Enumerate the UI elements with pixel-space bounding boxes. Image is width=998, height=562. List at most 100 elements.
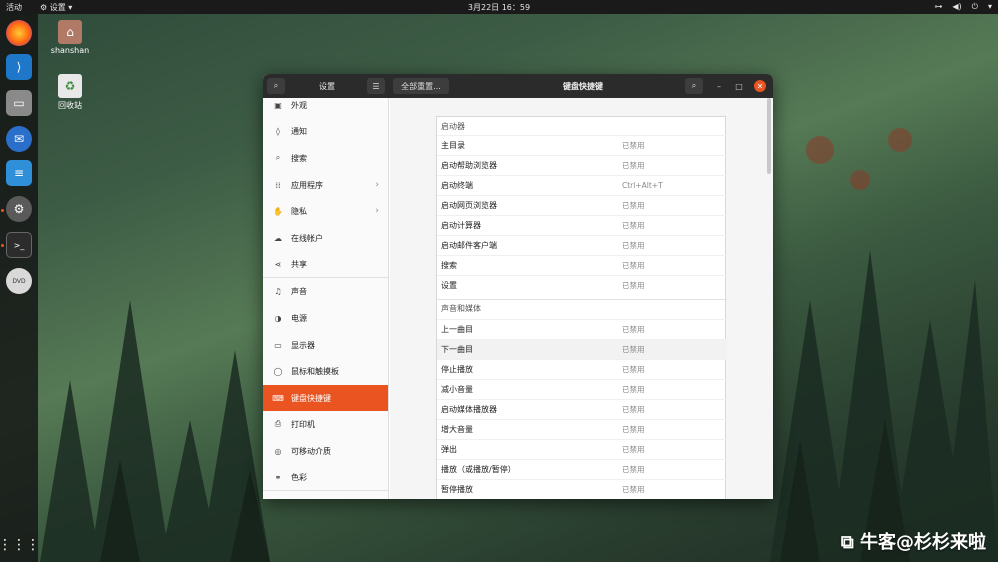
sidebar-item-power[interactable]: ◑ 电源 [263,305,388,331]
running-indicator [1,209,4,212]
apps-grid-icon: ⁞⁞ [275,180,281,190]
shortcut-row[interactable]: 搜索 已禁用 [437,255,727,275]
files-icon[interactable]: ▭ [6,90,32,116]
dvd-icon[interactable]: DVD [6,268,32,294]
sidebar-item-label: 搜索 [291,153,307,163]
monitor-icon: ▭ [274,340,282,350]
shortcut-name: 弹出 [441,445,457,454]
watermark: ⧉ 牛客@杉杉来啦 [841,528,986,554]
sidebar: ▣ 外观 ◊ 通知 ⌕ 搜索 ⁞⁞ 应用程序 › ✋ 隐私 › ☁ 在线帐户 ⋖ 共享 ♫ 声音 ◑… [263,98,389,499]
sidebar-item-notifications[interactable]: ◊ 通知 [263,118,388,144]
menu-button[interactable]: ☰ [367,78,385,94]
sidebar-item-label: 打印机 [291,419,315,429]
search-icon: ⌕ [275,153,281,162]
shortcut-key: 已禁用 [622,161,645,170]
scrollbar[interactable] [767,98,771,174]
shortcut-row[interactable]: 启动媒体播放器 已禁用 [437,399,727,419]
shortcut-key: 已禁用 [622,325,645,334]
network-icon: ⊶ [934,2,943,11]
reset-all-button[interactable]: 全部重置... [393,78,449,94]
shortcut-row[interactable]: 启动计算器 已禁用 [437,215,727,235]
shortcut-key: 已禁用 [622,261,645,270]
shortcut-name: 搜索 [441,261,457,270]
shortcut-name: 停止播放 [441,365,473,374]
shortcut-name: 上一曲目 [441,325,473,334]
shortcut-row[interactable]: 下一曲目 已禁用 [437,339,727,359]
minimize-button[interactable]: – [713,80,725,92]
power-icon: ⏻ [971,2,978,11]
sidebar-item-sound[interactable]: ♫ 声音 [263,278,388,304]
shortcut-key: 已禁用 [622,365,645,374]
shortcut-row[interactable]: 增大音量 已禁用 [437,419,727,439]
shortcut-key: 已禁用 [622,445,645,454]
shortcut-row[interactable]: 启动邮件客户端 已禁用 [437,235,727,255]
chevron-down-icon: ▾ [987,2,992,11]
volume-icon: ◀) [952,2,962,11]
shortcut-row[interactable]: 弹出 已禁用 [437,439,727,459]
desktop-home-folder[interactable]: ⌂ shanshan [44,20,96,55]
show-apps-icon[interactable]: ⋮⋮⋮ [0,532,40,558]
shortcut-key: 已禁用 [622,385,645,394]
dock: ⟩ ▭ ✉ ≡ ⚙ >_ DVD ⋮⋮⋮ [0,14,40,562]
firefox-icon[interactable] [6,20,32,46]
writer-icon[interactable]: ≡ [6,160,32,186]
trash-icon: ♻ [58,74,82,98]
sidebar-item-color[interactable]: ⚭ 色彩 [263,464,388,490]
power-icon: ◑ [274,313,282,323]
system-tray[interactable]: ⊶ ◀) ⏻ ▾ [934,2,992,12]
sidebar-item-label: 键盘快捷键 [291,393,331,403]
shortcut-row[interactable]: 暂停播放 已禁用 [437,479,727,499]
sidebar-item-online-accounts[interactable]: ☁ 在线帐户 [263,225,388,251]
sidebar-item-applications[interactable]: ⁞⁞ 应用程序 › [263,172,388,198]
shortcut-row[interactable]: 启动帮助浏览器 已禁用 [437,155,727,175]
clock[interactable]: 3月22日 16：59 [468,3,530,12]
sidebar-item-sharing[interactable]: ⋖ 共享 [263,251,388,277]
shortcut-row[interactable]: 启动网页浏览器 已禁用 [437,195,727,215]
shortcut-name: 下一曲目 [441,345,473,354]
printer-icon: ⎙ [274,419,282,428]
terminal-icon[interactable]: >_ [6,232,32,258]
home-folder-label: shanshan [50,46,90,55]
shortcut-row[interactable]: 减小音量 已禁用 [437,379,727,399]
shortcut-key: 已禁用 [622,241,645,250]
shortcut-row[interactable]: 设置 已禁用 [437,275,727,295]
maximize-button[interactable]: □ [733,80,745,92]
sidebar-item-removable-media[interactable]: ◎ 可移动介质 [263,438,388,464]
gear-icon: ⚙ [40,3,48,12]
settings-window: ⌕ 设置 ☰ 全部重置... 键盘快捷键 ⌕ – □ ✕ ▣ 外观 ◊ 通知 ⌕ 搜索… [263,74,773,499]
thunderbird-icon[interactable]: ✉ [6,126,32,152]
shortcut-search-button[interactable]: ⌕ [685,78,703,94]
sidebar-item-mouse-touchpad[interactable]: ◯ 鼠标和触摸板 [263,358,388,384]
shortcut-row[interactable]: 上一曲目 已禁用 [437,319,727,339]
sidebar-item-displays[interactable]: ▭ 显示器 [263,332,388,358]
shortcut-row[interactable]: 启动终端 Ctrl+Alt+T [437,175,727,195]
sidebar-item-label: 在线帐户 [291,233,323,243]
sidebar-item-keyboard-shortcuts[interactable]: ⌨ 键盘快捷键 [263,385,388,411]
shortcut-row[interactable]: 主目录 已禁用 [437,135,727,155]
sidebar-item-privacy[interactable]: ✋ 隐私 › [263,198,388,224]
shortcut-name: 设置 [441,281,457,290]
cloud-icon: ☁ [274,233,282,243]
shortcut-name: 启动媒体播放器 [441,405,497,414]
activities-button[interactable]: 活动 [6,2,22,13]
appearance-icon: ▣ [274,100,282,110]
shortcuts-list: 启动器 主目录 已禁用 启动帮助浏览器 已禁用 启动终端 Ctrl+Alt+T 启动网… [436,116,727,499]
shortcut-row[interactable]: 播放（或播放/暂停） 已禁用 [437,459,727,479]
shortcut-key: 已禁用 [622,405,645,414]
close-button[interactable]: ✕ [754,80,766,92]
close-icon: ✕ [756,81,764,91]
sidebar-item-appearance[interactable]: ▣ 外观 [263,98,388,118]
shortcut-key: 已禁用 [622,485,645,494]
vscode-icon[interactable]: ⟩ [6,54,32,80]
shortcut-key: 已禁用 [622,201,645,210]
chevron-right-icon: › [375,206,379,216]
chevron-right-icon: › [375,180,379,190]
search-button[interactable]: ⌕ [267,78,285,94]
desktop-trash[interactable]: ♻ 回收站 [44,74,96,111]
shortcut-row[interactable]: 停止播放 已禁用 [437,359,727,379]
sidebar-item-printers[interactable]: ⎙ 打印机 [263,411,388,437]
app-menu[interactable]: ⚙ 设置 ▾ [40,2,72,13]
settings-icon[interactable]: ⚙ [6,196,32,222]
shortcut-name: 暂停播放 [441,485,473,494]
sidebar-item-search[interactable]: ⌕ 搜索 [263,145,388,171]
